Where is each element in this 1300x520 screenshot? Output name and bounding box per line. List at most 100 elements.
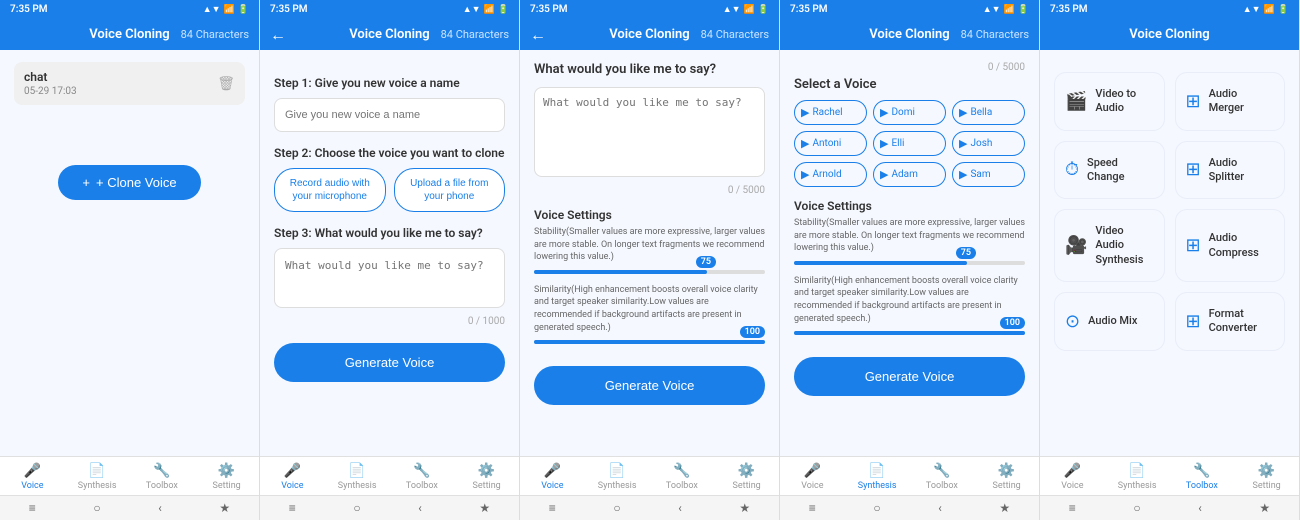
header-chars-1: 84 Characters xyxy=(181,28,249,41)
stability-slider-4[interactable]: 75 xyxy=(794,261,1025,265)
status-icons-2: ▲▼📶🔋 xyxy=(463,4,509,15)
nav-toolbox-1[interactable]: 🔧 Toolbox xyxy=(130,463,195,491)
record-btn[interactable]: Record audio with your microphone xyxy=(274,168,386,212)
audio-mix-icon: ⊙ xyxy=(1065,311,1080,332)
say-label: What would you like me to say? xyxy=(534,62,765,77)
phone-3: 7:35 PM ▲▼📶🔋 ← Voice Cloning 84 Characte… xyxy=(520,0,780,520)
voice-rachel[interactable]: ▶Rachel xyxy=(794,100,867,125)
nav-setting-4[interactable]: ⚙️ Setting xyxy=(974,463,1039,491)
delete-icon[interactable]: 🗑 xyxy=(217,76,235,92)
status-icons-4: ▲▼📶🔋 xyxy=(983,4,1029,15)
voice-josh[interactable]: ▶Josh xyxy=(952,131,1025,156)
tool-video-to-audio[interactable]: 🎬 Video to Audio xyxy=(1054,72,1165,131)
status-bar-5: 7:35 PM ▲▼📶🔋 xyxy=(1040,0,1299,19)
speed-change-icon: ⏱ xyxy=(1065,159,1079,180)
nav-synthesis-1[interactable]: 📄 Synthesis xyxy=(65,463,130,491)
nav-voice-4[interactable]: 🎤 Voice xyxy=(780,463,845,491)
recents-btn-5[interactable]: ★ xyxy=(1259,501,1270,515)
nav-synthesis-2[interactable]: 📄 Synthesis xyxy=(325,463,390,491)
tool-audio-mix[interactable]: ⊙ Audio Mix xyxy=(1054,292,1165,351)
step3-counter: 0 / 1000 xyxy=(274,316,505,327)
tool-label-5: Audio Compress xyxy=(1209,231,1274,260)
tool-label-2: Speed Change xyxy=(1087,156,1153,185)
stability-value-3: 75 xyxy=(696,256,716,268)
menu-btn-5[interactable]: ≡ xyxy=(1069,501,1076,515)
say-textarea[interactable] xyxy=(534,87,765,177)
home-btn-4[interactable]: ○ xyxy=(873,501,880,515)
back-btn-3[interactable]: ‹ xyxy=(678,501,682,515)
header-chars-4: 84 Characters xyxy=(961,28,1029,41)
nav-setting-3[interactable]: ⚙️ Setting xyxy=(714,463,779,491)
back-btn-5[interactable]: ‹ xyxy=(1198,501,1202,515)
time-5: 7:35 PM xyxy=(1050,4,1088,15)
tool-audio-merger[interactable]: ⊞ Audio Merger xyxy=(1175,72,1286,131)
tool-video-audio-synthesis[interactable]: 🎥 Video Audio Synthesis xyxy=(1054,209,1165,282)
nav-voice-1[interactable]: 🎤 Voice xyxy=(0,463,65,491)
recents-btn-3[interactable]: ★ xyxy=(739,501,750,515)
nav-toolbox-2[interactable]: 🔧 Toolbox xyxy=(390,463,455,491)
back-arrow-3[interactable]: ← xyxy=(530,25,546,45)
home-btn-5[interactable]: ○ xyxy=(1133,501,1140,515)
status-bar-2: 7:35 PM ▲▼📶🔋 xyxy=(260,0,519,19)
nav-voice-3[interactable]: 🎤 Voice xyxy=(520,463,585,491)
nav-synthesis-4[interactable]: 📄 Synthesis xyxy=(845,463,910,491)
menu-btn-3[interactable]: ≡ xyxy=(549,501,556,515)
step3-input[interactable] xyxy=(274,248,505,308)
nav-setting-1[interactable]: ⚙️ Setting xyxy=(194,463,259,491)
nav-toolbox-5[interactable]: 🔧 Toolbox xyxy=(1170,463,1235,491)
voice-antoni[interactable]: ▶Antoni xyxy=(794,131,867,156)
content-5: 🎬 Video to Audio ⊞ Audio Merger ⏱ Speed … xyxy=(1040,50,1299,456)
voice-bella[interactable]: ▶Bella xyxy=(952,100,1025,125)
back-arrow-2[interactable]: ← xyxy=(270,25,286,45)
voice-domi[interactable]: ▶Domi xyxy=(873,100,946,125)
voice-sam[interactable]: ▶Sam xyxy=(952,162,1025,187)
tool-format-converter[interactable]: ⊞ Format Converter xyxy=(1175,292,1286,351)
nav-voice-2[interactable]: 🎤 Voice xyxy=(260,463,325,491)
nav-setting-5[interactable]: ⚙️ Setting xyxy=(1234,463,1299,491)
generate-btn-2[interactable]: Generate Voice xyxy=(274,343,505,382)
nav-setting-2[interactable]: ⚙️ Setting xyxy=(454,463,519,491)
header-title-3: Voice Cloning xyxy=(609,27,689,42)
status-icons-1: ▲▼ 📶 🔋 xyxy=(203,4,249,15)
header-title-5: Voice Cloning xyxy=(1129,27,1209,42)
back-btn-2[interactable]: ‹ xyxy=(418,501,422,515)
similarity-slider-4[interactable]: 100 xyxy=(794,331,1025,335)
back-btn-4[interactable]: ‹ xyxy=(938,501,942,515)
menu-btn-2[interactable]: ≡ xyxy=(289,501,296,515)
nav-toolbox-4[interactable]: 🔧 Toolbox xyxy=(910,463,975,491)
step1-input[interactable] xyxy=(274,98,505,132)
audio-compress-icon: ⊞ xyxy=(1186,235,1201,256)
home-btn-3[interactable]: ○ xyxy=(613,501,620,515)
play-icon-adam: ▶ xyxy=(880,168,888,181)
home-btn-2[interactable]: ○ xyxy=(353,501,360,515)
nav-toolbox-3[interactable]: 🔧 Toolbox xyxy=(650,463,715,491)
time-3: 7:35 PM xyxy=(530,4,568,15)
recents-btn-4[interactable]: ★ xyxy=(999,501,1010,515)
play-icon-josh: ▶ xyxy=(959,137,967,150)
toolbox-icon: 🔧 xyxy=(153,463,170,479)
home-btn-1[interactable]: ○ xyxy=(93,501,100,515)
upload-btn[interactable]: Upload a file from your phone xyxy=(394,168,506,212)
generate-btn-4[interactable]: Generate Voice xyxy=(794,357,1025,396)
stability-slider-3[interactable]: 75 xyxy=(534,270,765,274)
recents-btn-2[interactable]: ★ xyxy=(479,501,490,515)
voice-adam[interactable]: ▶Adam xyxy=(873,162,946,187)
menu-btn-4[interactable]: ≡ xyxy=(809,501,816,515)
nav-synthesis-5[interactable]: 📄 Synthesis xyxy=(1105,463,1170,491)
voice-elli[interactable]: ▶Elli xyxy=(873,131,946,156)
nav-voice-5[interactable]: 🎤 Voice xyxy=(1040,463,1105,491)
stability-desc-3: Stability(Smaller values are more expres… xyxy=(534,226,765,264)
menu-btn-1[interactable]: ≡ xyxy=(29,501,36,515)
back-btn-1[interactable]: ‹ xyxy=(158,501,162,515)
chat-item-0: chat 05-29 17:03 🗑 xyxy=(14,62,245,105)
stability-value-4: 75 xyxy=(956,247,976,259)
similarity-slider-3[interactable]: 100 xyxy=(534,340,765,344)
tool-speed-change[interactable]: ⏱ Speed Change xyxy=(1054,141,1165,200)
tool-audio-splitter[interactable]: ⊞ Audio Splitter xyxy=(1175,141,1286,200)
recents-btn-1[interactable]: ★ xyxy=(219,501,230,515)
clone-voice-button[interactable]: + + Clone Voice xyxy=(58,165,200,200)
voice-arnold[interactable]: ▶Arnold xyxy=(794,162,867,187)
tool-audio-compress[interactable]: ⊞ Audio Compress xyxy=(1175,209,1286,282)
generate-btn-3[interactable]: Generate Voice xyxy=(534,366,765,405)
nav-synthesis-3[interactable]: 📄 Synthesis xyxy=(585,463,650,491)
